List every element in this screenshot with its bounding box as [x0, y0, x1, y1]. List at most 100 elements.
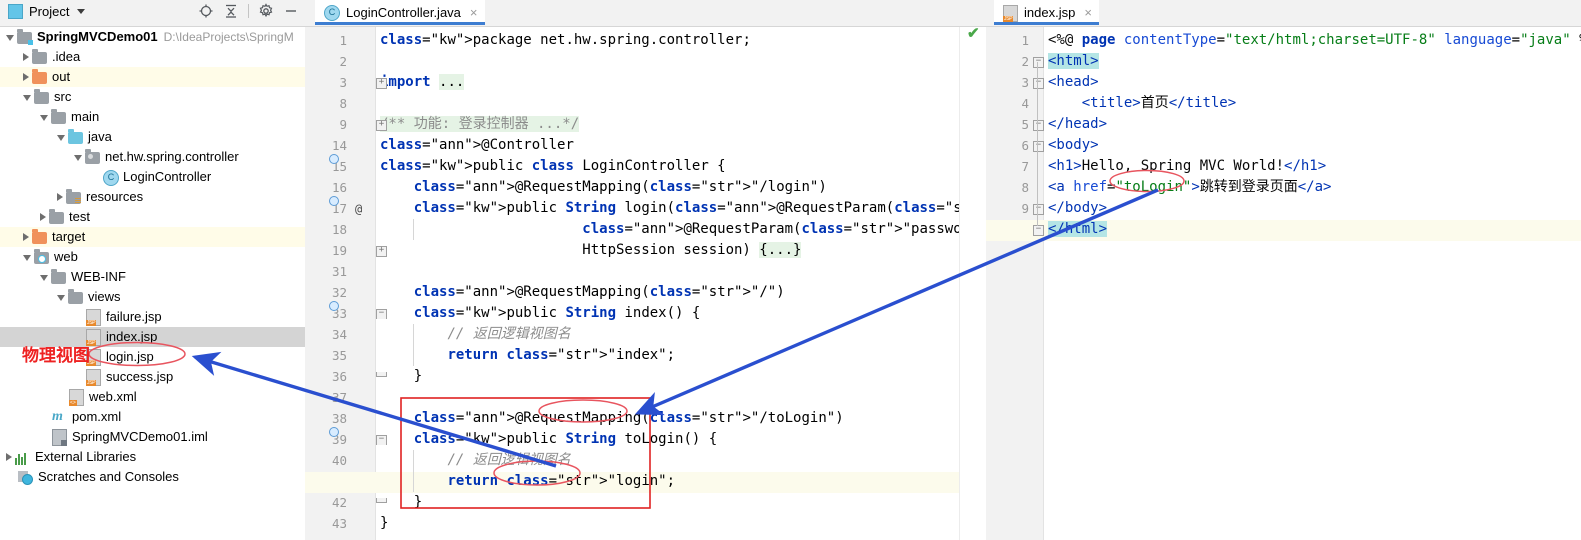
- code-line[interactable]: HttpSession session) {...}: [380, 240, 802, 261]
- code-fold-marker[interactable]: −: [1033, 57, 1044, 68]
- tree-item-views[interactable]: views: [0, 287, 305, 307]
- code-fold-marker[interactable]: −: [1033, 78, 1044, 89]
- java-class-icon: C: [324, 5, 340, 21]
- collapse-all-icon[interactable]: [223, 3, 239, 19]
- tab-index-jsp[interactable]: index.jsp ×: [994, 0, 1099, 25]
- code-line[interactable]: <h1>Hello, Spring MVC World!</h1>: [1048, 156, 1326, 177]
- chevron-down-icon[interactable]: [23, 95, 31, 101]
- code-line[interactable]: class="ann">@RequestParam(class="str">"p…: [380, 219, 986, 240]
- code-fold-marker[interactable]: −: [1033, 120, 1044, 131]
- inspection-ok-check-icon[interactable]: ✔: [967, 24, 980, 42]
- code-fold-marker[interactable]: +: [376, 120, 387, 131]
- tree-item-failure-jsp[interactable]: failure.jsp: [0, 307, 305, 327]
- locate-icon[interactable]: [198, 3, 214, 19]
- code-line[interactable]: // 返回逻辑视图名: [380, 324, 570, 345]
- tree-item-java[interactable]: java: [0, 127, 305, 147]
- tree-item-springmvcdemo01[interactable]: SpringMVCDemo01 D:\IdeaProjects\SpringM: [0, 27, 305, 47]
- tree-item-out[interactable]: out: [0, 67, 305, 87]
- tree-item-springmvcdemo01-iml[interactable]: SpringMVCDemo01.iml: [0, 427, 305, 447]
- chevron-down-icon[interactable]: [57, 135, 65, 141]
- minimize-icon[interactable]: [283, 3, 299, 19]
- chevron-down-icon[interactable]: [77, 9, 86, 14]
- line-number: 43: [331, 516, 347, 531]
- chevron-down-icon[interactable]: [40, 115, 48, 121]
- code-fold-marker[interactable]: +: [376, 246, 387, 257]
- chevron-right-icon[interactable]: [6, 453, 12, 461]
- code-line[interactable]: }: [380, 513, 388, 534]
- close-icon[interactable]: ×: [1084, 5, 1092, 20]
- code-line[interactable]: <head>: [1048, 72, 1099, 93]
- tree-item-success-jsp[interactable]: success.jsp: [0, 367, 305, 387]
- tab-login-controller-java[interactable]: C LoginController.java ×: [315, 0, 485, 25]
- chevron-right-icon[interactable]: [23, 73, 29, 81]
- chevron-right-icon[interactable]: [57, 193, 63, 201]
- tree-item-net-hw-spring-controller[interactable]: net.hw.spring.controller: [0, 147, 305, 167]
- code-line[interactable]: <body>: [1048, 135, 1099, 156]
- code-line[interactable]: class="ann">@Controller: [380, 135, 574, 156]
- code-line[interactable]: /** 功能: 登录控制器 ...*/: [380, 114, 580, 135]
- code-line[interactable]: import ...: [380, 72, 465, 93]
- tree-item-login-jsp[interactable]: login.jsp: [0, 347, 305, 367]
- chevron-down-icon[interactable]: [23, 255, 31, 261]
- editor-left-gutter[interactable]: 1238914151617181931323334353637383940414…: [305, 27, 376, 540]
- tree-item-target[interactable]: target: [0, 227, 305, 247]
- code-line[interactable]: </body>: [1048, 198, 1107, 219]
- code-fold-marker[interactable]: −: [1033, 141, 1044, 152]
- tree-item-web[interactable]: web: [0, 247, 305, 267]
- code-line[interactable]: return class="str">"login";: [380, 471, 675, 492]
- code-line[interactable]: class="kw">public String toLogin() {: [380, 429, 717, 450]
- tree-item-web-inf[interactable]: WEB-INF: [0, 267, 305, 287]
- tree-item-logincontroller[interactable]: C LoginController: [0, 167, 305, 187]
- editor-left-body[interactable]: 1238914151617181931323334353637383940414…: [305, 27, 986, 540]
- tree-item-scratches-and-consoles[interactable]: Scratches and Consoles: [0, 467, 305, 487]
- code-line[interactable]: <%@ page contentType="text/html;charset=…: [1048, 30, 1581, 51]
- code-fold-marker[interactable]: −: [376, 435, 387, 445]
- tree-item-external-libraries[interactable]: External Libraries: [0, 447, 305, 467]
- code-fold-marker[interactable]: −: [376, 309, 387, 319]
- code-line[interactable]: class="ann">@RequestMapping(class="str">…: [380, 408, 844, 429]
- chevron-right-icon[interactable]: [23, 233, 29, 241]
- code-fold-marker[interactable]: [376, 372, 387, 377]
- code-line[interactable]: class="ann">@RequestMapping(class="str">…: [380, 282, 785, 303]
- code-line[interactable]: <a href="toLogin">跳转到登录页面</a>: [1048, 177, 1331, 198]
- chevron-down-icon[interactable]: [6, 35, 14, 41]
- tree-item-web-xml[interactable]: web.xml: [0, 387, 305, 407]
- code-line[interactable]: class="ann">@RequestMapping(class="str">…: [380, 177, 827, 198]
- editor-right-gutter[interactable]: 12345678910: [986, 27, 1044, 540]
- code-line[interactable]: class="kw">package net.hw.spring.control…: [380, 30, 751, 51]
- tree-item-test[interactable]: test: [0, 207, 305, 227]
- code-line[interactable]: return class="str">"index";: [380, 345, 675, 366]
- project-title-group[interactable]: Project: [8, 4, 86, 19]
- code-line[interactable]: class="kw">public String login(class="an…: [380, 198, 986, 219]
- chevron-right-icon[interactable]: [23, 53, 29, 61]
- code-line[interactable]: class="kw">public class LoginController …: [380, 156, 726, 177]
- tree-item-resources[interactable]: resources: [0, 187, 305, 207]
- code-fold-marker[interactable]: −: [1033, 225, 1044, 236]
- chevron-down-icon[interactable]: [57, 295, 65, 301]
- chevron-down-icon[interactable]: [74, 155, 82, 161]
- tree-item-label: target: [52, 229, 86, 244]
- code-line[interactable]: // 返回逻辑视图名: [380, 450, 570, 471]
- code-fold-marker[interactable]: −: [1033, 204, 1044, 215]
- project-tree[interactable]: SpringMVCDemo01 D:\IdeaProjects\SpringM .i…: [0, 27, 305, 540]
- chevron-down-icon[interactable]: [40, 275, 48, 281]
- tree-item-pom-xml[interactable]: m pom.xml: [0, 407, 305, 427]
- close-icon[interactable]: ×: [470, 5, 478, 20]
- code-line[interactable]: <title>首页</title>: [1048, 93, 1236, 114]
- code-line[interactable]: class="kw">public String index() {: [380, 303, 701, 324]
- line-number: 37: [331, 390, 347, 405]
- code-fold-marker[interactable]: [376, 498, 387, 503]
- code-line[interactable]: </html>: [1048, 219, 1108, 240]
- settings-gear-icon[interactable]: [258, 3, 274, 19]
- code-line[interactable]: <html>: [1048, 51, 1099, 72]
- annotation-gutter-icon[interactable]: @: [355, 202, 362, 216]
- chevron-right-icon[interactable]: [40, 213, 46, 221]
- code-line[interactable]: </head>: [1048, 114, 1107, 135]
- tree-item-idea[interactable]: .idea: [0, 47, 305, 67]
- tree-item-label: SpringMVCDemo01: [37, 29, 158, 44]
- tree-item-src[interactable]: src: [0, 87, 305, 107]
- editor-right-body[interactable]: 12345678910 <%@ page contentType="text/h…: [986, 27, 1581, 540]
- tree-item-index-jsp[interactable]: index.jsp: [0, 327, 305, 347]
- code-fold-marker[interactable]: +: [376, 78, 387, 89]
- tree-item-main[interactable]: main: [0, 107, 305, 127]
